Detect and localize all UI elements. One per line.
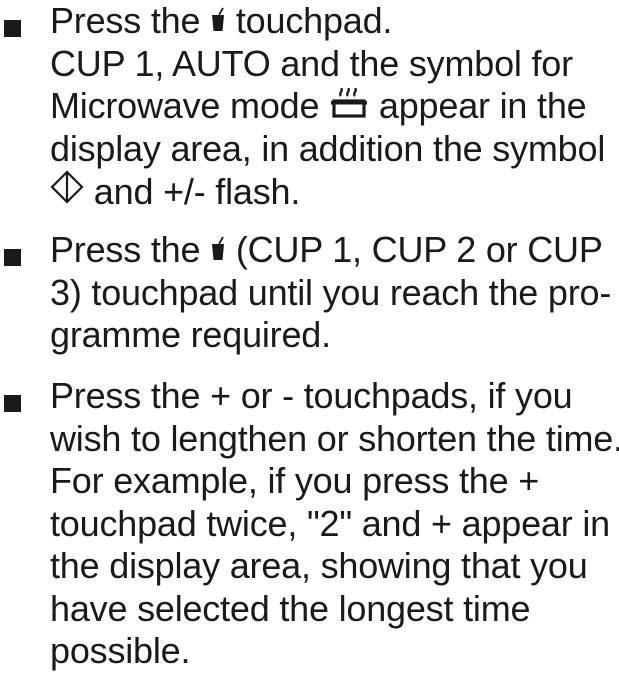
bullet-square <box>4 395 21 412</box>
text-run: possible. <box>50 630 191 671</box>
text-run: touchpad. <box>226 0 393 41</box>
text-run: 3) touchpad until you reach the pro- <box>50 271 612 313</box>
text-line: 3) touchpad until you reach the pro- <box>50 272 619 315</box>
cup-icon <box>210 236 226 262</box>
text-run: appear in the <box>369 85 587 126</box>
text-line: Press the + or - touchpads, if you <box>50 375 619 418</box>
text-run: display area, in addition the symbol <box>50 127 606 169</box>
text-line: have selected the longest time <box>50 588 619 631</box>
text-line: Press the touchpad. <box>50 0 619 43</box>
text-line: touchpad twice, "2" and + appear in <box>50 503 619 546</box>
text-run: For example, if you press the + <box>50 460 540 501</box>
text-line: gramme required. <box>50 314 619 357</box>
text-line: Microwave mode appear in the <box>50 85 619 128</box>
text-run: Press the + or - touchpads, if you <box>50 375 573 416</box>
bullet-square <box>4 20 21 37</box>
text-line: Press the (CUP 1, CUP 2 or CUP <box>50 229 619 272</box>
microwave-mode-icon <box>329 88 369 118</box>
cup-icon <box>210 7 226 33</box>
step-text: Press the (CUP 1, CUP 2 or CUP 3) touchpa… <box>50 229 619 357</box>
text-run: Microwave mode <box>50 85 330 126</box>
text-run: Press the <box>50 229 211 270</box>
instruction-page: Press the touchpad. CUP 1, AUTO and the s… <box>0 0 619 674</box>
text-line: wish to lengthen or shorten the time. <box>50 418 619 461</box>
text-line: and +/- flash. <box>50 170 619 213</box>
bullet-square <box>4 249 21 266</box>
text-run: wish to lengthen or shorten the time. <box>50 417 619 459</box>
text-line: possible. <box>50 630 619 673</box>
text-run: (CUP 1, CUP 2 or CUP <box>226 229 603 270</box>
text-run: and +/- flash. <box>84 171 301 212</box>
text-run: have selected the longest time <box>50 587 531 629</box>
step-text: Press the touchpad. CUP 1, AUTO and the s… <box>50 0 619 213</box>
text-line: CUP 1, AUTO and the symbol for <box>50 43 619 86</box>
text-run: Press the <box>50 0 211 41</box>
text-line: For example, if you press the + <box>50 460 619 503</box>
start-diamond-icon <box>50 170 84 204</box>
text-run: touchpad twice, "2" and + appear in <box>50 502 610 544</box>
step-text: Press the + or - touchpads, if you wish t… <box>50 375 619 673</box>
text-line: display area, in addition the symbol <box>50 128 619 171</box>
text-run: the display area, showing that you <box>50 545 588 586</box>
text-run: CUP 1, AUTO and the symbol for <box>50 42 573 84</box>
text-line: the display area, showing that you <box>50 545 619 588</box>
text-run: gramme required. <box>50 314 331 355</box>
